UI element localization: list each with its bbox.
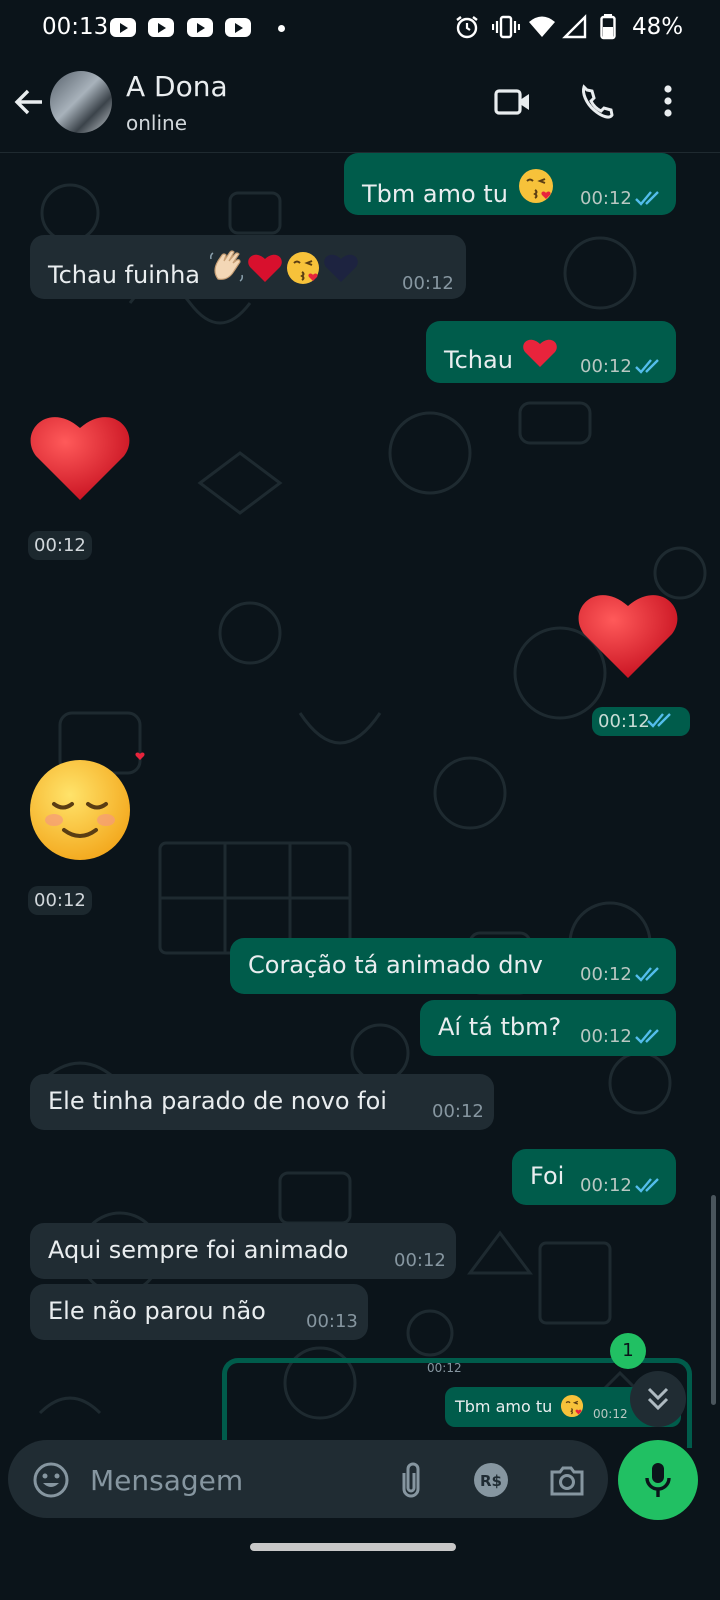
- message-time: 00:12: [580, 1175, 632, 1196]
- message-incoming[interactable]: Aqui sempre foi animado 00:12: [30, 1223, 456, 1279]
- message-outgoing[interactable]: Coração tá animado dnv 00:12: [230, 938, 676, 994]
- message-text: Tchau fuinha: [48, 261, 200, 289]
- back-arrow-icon[interactable]: [12, 86, 46, 118]
- read-ticks-icon: [635, 359, 659, 374]
- message-text: Aqui sempre foi animado: [48, 1236, 349, 1264]
- message-incoming[interactable]: Ele não parou não 00:13: [30, 1284, 368, 1340]
- message-input[interactable]: [88, 1454, 382, 1506]
- message-time: 00:13: [306, 1311, 358, 1332]
- message-outgoing[interactable]: Aí tá tbm? 00:12: [420, 1000, 676, 1056]
- contact-name[interactable]: A Dona: [126, 70, 228, 103]
- navigation-bar: [0, 1528, 720, 1600]
- message-text: Tchau: [444, 346, 513, 374]
- message-time: 00:12: [580, 188, 632, 209]
- dot-icon: [278, 25, 285, 32]
- message-text: Coração tá animado dnv: [248, 951, 543, 979]
- kiss-face-icon: [518, 169, 553, 203]
- heart-navy-icon: [323, 254, 358, 282]
- chat-header: A Dona online: [0, 56, 720, 153]
- message-outgoing[interactable]: Tbm amo tu 00:12: [344, 153, 676, 215]
- avatar[interactable]: [50, 71, 112, 133]
- heart-red-icon: [522, 339, 557, 367]
- microphone-button[interactable]: [618, 1440, 698, 1520]
- message-time: 00:12: [394, 1250, 446, 1271]
- contact-status: online: [126, 111, 188, 135]
- read-ticks-icon: [635, 967, 659, 982]
- big-heart-emoji-outgoing[interactable]: [576, 586, 680, 682]
- battery-percentage: 48%: [632, 14, 684, 40]
- big-heart-emoji-incoming[interactable]: [28, 408, 132, 504]
- message-text: Aí tá tbm?: [438, 1013, 562, 1041]
- chat-area[interactable]: Tbm amo tu 00:12 Tchau fuinha 00:12 Tcha…: [0, 153, 720, 1463]
- message-time: 00:12: [580, 356, 632, 377]
- read-ticks-icon: [635, 1029, 659, 1044]
- unread-count-badge: 1: [610, 1333, 646, 1369]
- signal-icon: [562, 14, 587, 39]
- message-time: 00:12: [28, 886, 92, 915]
- camera-icon[interactable]: [548, 1461, 586, 1499]
- status-time: 00:13: [42, 14, 109, 40]
- reply-preview-time: 00:12: [593, 1407, 628, 1421]
- reply-preview-text: Tbm amo tu: [455, 1397, 553, 1416]
- message-time: 00:12: [28, 531, 92, 560]
- big-smiling-face-emoji[interactable]: [26, 748, 150, 866]
- message-incoming[interactable]: Ele tinha parado de novo foi 00:12: [30, 1074, 494, 1130]
- youtube-icon: [187, 18, 213, 37]
- emoji-icon[interactable]: [32, 1461, 70, 1499]
- reply-preview-top-time: 00:12: [427, 1361, 462, 1375]
- youtube-icon: [148, 18, 174, 37]
- message-time: 00:12: [402, 273, 454, 294]
- message-text: Ele tinha parado de novo foi: [48, 1087, 387, 1115]
- message-outgoing[interactable]: Tchau 00:12: [426, 321, 676, 383]
- home-indicator[interactable]: [250, 1543, 456, 1551]
- scroll-to-bottom-button[interactable]: [630, 1371, 686, 1427]
- message-time: 00:12: [580, 964, 632, 985]
- youtube-icon: [225, 18, 251, 37]
- double-chevron-down-icon: [647, 1387, 669, 1411]
- alarm-icon: [456, 16, 478, 39]
- message-composer: R$: [8, 1440, 608, 1518]
- read-ticks-icon: [635, 1178, 659, 1193]
- video-call-icon[interactable]: [494, 82, 532, 122]
- attach-icon[interactable]: [398, 1461, 424, 1499]
- svg-text:R$: R$: [480, 1472, 502, 1490]
- read-ticks-icon: [635, 191, 659, 206]
- waving-hand-icon: [209, 250, 243, 282]
- message-incoming[interactable]: Tchau fuinha 00:12: [30, 235, 466, 299]
- kiss-face-icon: [286, 252, 319, 284]
- read-ticks-icon: [647, 713, 671, 728]
- message-time: 00:12: [580, 1026, 632, 1047]
- payment-icon[interactable]: R$: [472, 1461, 510, 1499]
- kiss-face-icon: [560, 1394, 584, 1418]
- status-bar: 00:13 48%: [0, 0, 720, 56]
- message-time: 00:12: [432, 1101, 484, 1122]
- reply-preview[interactable]: 00:12 Tbm amo tu 00:12: [222, 1358, 692, 1448]
- message-text: Tbm amo tu: [362, 180, 508, 208]
- scrollbar[interactable]: [711, 1195, 716, 1405]
- battery-icon: [600, 14, 616, 40]
- wifi-icon: [529, 16, 555, 37]
- youtube-icon: [110, 18, 136, 37]
- vibrate-icon: [492, 15, 520, 39]
- message-text: Ele não parou não: [48, 1297, 266, 1325]
- message-text: Foi: [530, 1162, 565, 1190]
- more-options-icon[interactable]: [662, 82, 674, 122]
- microphone-icon: [645, 1463, 671, 1497]
- voice-call-icon[interactable]: [578, 82, 614, 122]
- message-outgoing[interactable]: Foi 00:12: [512, 1149, 676, 1205]
- heart-red-icon: [247, 254, 282, 282]
